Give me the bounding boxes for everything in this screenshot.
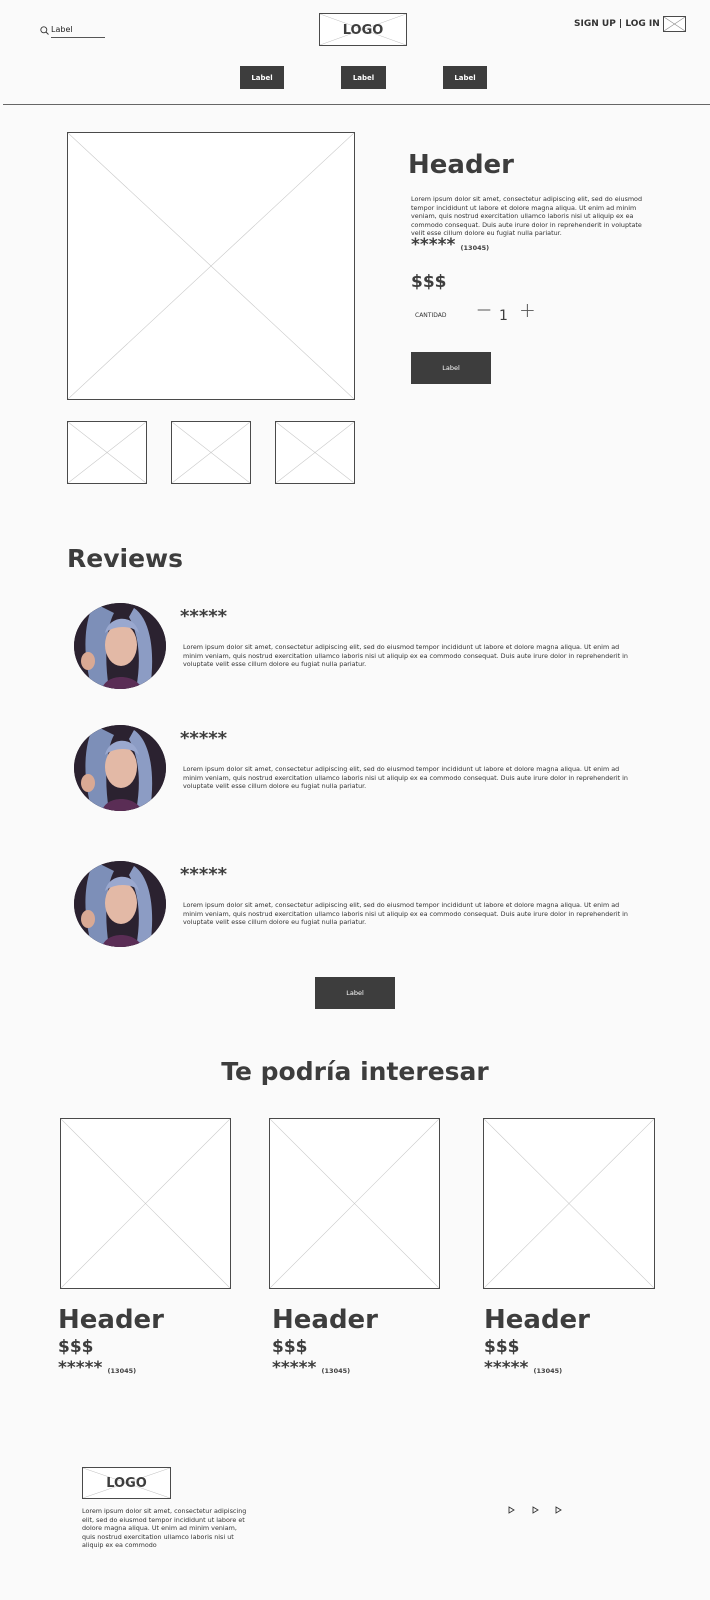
nav-button-2[interactable]: Label	[341, 66, 386, 89]
related-product-1[interactable]: Header $$$ ***** (13045)	[58, 1305, 248, 1378]
footer-logo-text: LOGO	[106, 1476, 147, 1491]
product-rating: ***** (13045)	[411, 235, 489, 255]
reviewer-avatar-1	[74, 603, 166, 689]
product-header: Header	[408, 150, 515, 180]
related-product-image-2[interactable]	[269, 1118, 440, 1289]
product-thumbnail-3[interactable]	[275, 421, 355, 484]
cart-image-placeholder[interactable]	[663, 16, 686, 32]
rating-stars: *****	[58, 1358, 103, 1378]
play-icon[interactable]	[532, 1506, 539, 1514]
footer-text: Lorem ipsum dolor sit amet, consectetur …	[82, 1507, 247, 1550]
header-divider	[3, 104, 710, 105]
rating-count: (13045)	[107, 1367, 137, 1375]
search-box[interactable]: Label	[39, 22, 105, 38]
rating-count: (13045)	[460, 244, 490, 252]
search-input[interactable]: Label	[51, 25, 73, 34]
review-stars-3: *****	[180, 864, 228, 885]
related-product-rating: ***** (13045)	[484, 1358, 674, 1378]
rating-stars: *****	[411, 235, 456, 255]
review-stars-2: *****	[180, 728, 228, 749]
related-product-rating: ***** (13045)	[58, 1358, 248, 1378]
quantity-increase-button[interactable]: +	[519, 298, 536, 322]
logo-text: LOGO	[342, 23, 384, 38]
related-product-header: Header	[272, 1305, 379, 1335]
related-product-rating: ***** (13045)	[272, 1358, 462, 1378]
quantity-decrease-button[interactable]: —	[477, 302, 491, 318]
product-thumbnail-2[interactable]	[171, 421, 251, 484]
footer-logo[interactable]: LOGO	[82, 1467, 171, 1499]
product-price: $$$	[411, 272, 447, 292]
product-main-image	[67, 132, 355, 400]
related-product-2[interactable]: Header $$$ ***** (13045)	[272, 1305, 462, 1378]
review-text-2: Lorem ipsum dolor sit amet, consectetur …	[183, 765, 628, 791]
quantity-label: CANTIDAD	[415, 312, 447, 319]
more-reviews-button[interactable]: Label	[315, 977, 395, 1009]
add-to-cart-button[interactable]: Label	[411, 352, 491, 384]
related-product-image-3[interactable]	[483, 1118, 655, 1289]
header-logo[interactable]: LOGO	[319, 13, 407, 46]
rating-stars: *****	[272, 1358, 317, 1378]
auth-links[interactable]: SIGN UP | LOG IN	[574, 19, 660, 29]
quantity-value[interactable]: 1	[499, 308, 508, 324]
related-product-price: $$$	[58, 1337, 94, 1357]
rating-stars: *****	[484, 1358, 529, 1378]
nav-button-3[interactable]: Label	[443, 66, 487, 89]
related-product-3[interactable]: Header $$$ ***** (13045)	[484, 1305, 674, 1378]
related-title: Te podría interesar	[221, 1057, 489, 1086]
product-description: Lorem ipsum dolor sit amet, consectetur …	[411, 195, 643, 238]
related-product-header: Header	[58, 1305, 165, 1335]
reviewer-avatar-2	[74, 725, 166, 811]
related-product-price: $$$	[272, 1337, 308, 1357]
review-text-1: Lorem ipsum dolor sit amet, consectetur …	[183, 643, 628, 669]
search-icon	[40, 26, 49, 35]
review-stars-1: *****	[180, 606, 228, 627]
related-product-price: $$$	[484, 1337, 520, 1357]
review-text-3: Lorem ipsum dolor sit amet, consectetur …	[183, 901, 628, 927]
play-icon[interactable]	[508, 1506, 515, 1514]
related-product-header: Header	[484, 1305, 591, 1335]
nav-button-1[interactable]: Label	[240, 66, 284, 89]
product-thumbnail-1[interactable]	[67, 421, 147, 484]
rating-count: (13045)	[533, 1367, 563, 1375]
search-underline	[51, 37, 105, 38]
play-icon[interactable]	[555, 1506, 562, 1514]
reviewer-avatar-3	[74, 861, 166, 947]
reviews-title: Reviews	[67, 544, 184, 573]
rating-count: (13045)	[321, 1367, 351, 1375]
related-product-image-1[interactable]	[60, 1118, 231, 1289]
